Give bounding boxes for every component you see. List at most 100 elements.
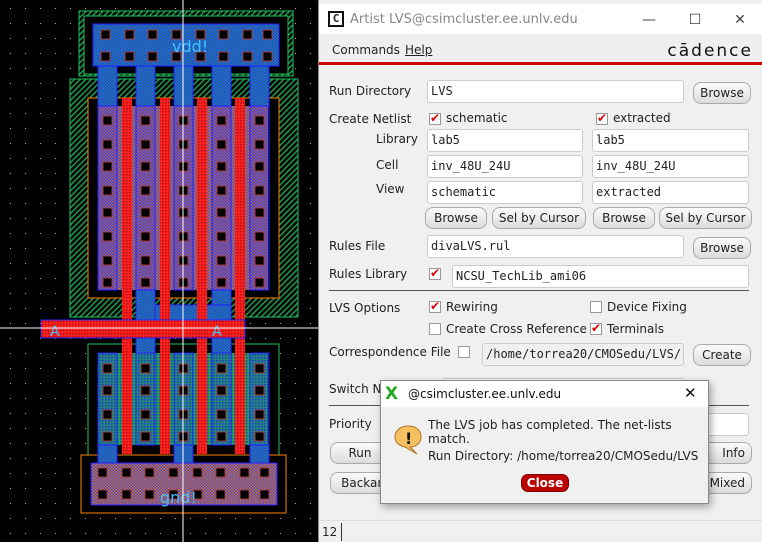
extracted-cell-input[interactable]: inv_48U_24U [592,155,749,178]
grid-dot [25,293,26,294]
grid-dot [55,518,56,519]
poly-gate [160,98,170,454]
grid-dot [310,338,311,339]
rules-file-input[interactable]: divaLVS.rul [427,235,684,258]
contact [254,231,265,242]
poly-gate [197,98,207,454]
rules-library-input[interactable]: NCSU_TechLib_ami06 [452,265,749,288]
grid-dot [145,533,146,534]
contact [216,409,227,420]
terminals-checkbox[interactable] [590,321,602,335]
correspondence-file-checkbox[interactable] [458,346,470,358]
grid-dot [310,353,311,354]
grid-dot [295,38,296,39]
menu-commands[interactable]: Commands [332,43,400,57]
schematic-checkbox[interactable] [429,111,441,125]
contact [100,29,111,40]
grid-dot [10,443,11,444]
dialog-close-button[interactable]: Close [521,474,569,492]
grid-dot [190,8,191,9]
rewiring-checkbox[interactable] [429,299,441,313]
poly-gate [235,98,245,454]
rules-file-browse-button[interactable]: Browse [693,237,751,259]
dialog-run-directory: Run Directory: /home/torrea20/CMOSedu/LV… [428,449,699,463]
rules-file-label: Rules File [329,239,386,253]
metal1-strap [97,65,118,107]
schematic-view-input[interactable]: schematic [427,181,583,204]
grid-dot [115,8,116,9]
grid-dot [310,518,311,519]
schematic-browse-button[interactable]: Browse [425,207,487,229]
extracted-sel-by-cursor-button[interactable]: Sel by Cursor [659,207,752,229]
grid-dot [70,473,71,474]
grid-dot [205,533,206,534]
grid-dot [130,518,131,519]
grid-dot [25,383,26,384]
contact [97,489,108,500]
run-directory-browse-button[interactable]: Browse [693,82,751,104]
schematic-cell-input[interactable]: inv_48U_24U [427,155,583,178]
close-window-button[interactable]: ✕ [730,12,750,28]
minimize-button[interactable]: — [639,12,659,28]
grid-dot [25,173,26,174]
correspondence-file-input[interactable]: /home/torrea20/CMOSedu/LVS/ [482,343,684,366]
grid-dot [10,143,11,144]
rules-library-checkbox[interactable] [429,266,441,280]
grid-dot [40,53,41,54]
grid-dot [70,53,71,54]
menu-help[interactable]: Help [405,43,432,57]
grid-dot [295,338,296,339]
grid-dot [160,518,161,519]
contact [140,161,151,172]
create-cross-reference-checkbox[interactable] [429,323,441,335]
schematic-sel-by-cursor-button[interactable]: Sel by Cursor [492,207,586,229]
switch-names-label: Switch N [329,382,382,396]
layout-editor-canvas[interactable]: vdd! gnd! A A [0,0,318,542]
grid-dot [280,518,281,519]
contact [239,467,250,478]
contact [102,231,113,242]
grid-dot [10,308,11,309]
library-label: Library [376,132,418,146]
input-label-left: A [50,324,60,340]
schematic-library-input[interactable]: lab5 [427,129,583,152]
grid-dot [25,203,26,204]
extracted-checkbox[interactable] [596,111,608,125]
grid-dot [310,398,311,399]
grid-dot [280,398,281,399]
grid-dot [175,8,176,9]
grid-dot [25,413,26,414]
grid-dot [25,338,26,339]
maximize-button[interactable]: ☐ [685,12,705,28]
grid-dot [310,8,311,9]
contact [140,139,151,150]
extracted-library-input[interactable]: lab5 [592,129,749,152]
grid-dot [40,83,41,84]
create-cross-reference-label: Create Cross Reference [446,322,587,336]
grid-dot [265,8,266,9]
contact [259,467,270,478]
grid-dot [85,383,86,384]
contact [216,207,227,218]
grid-dot [25,83,26,84]
dialog-close-icon[interactable]: ✕ [684,384,697,402]
grid-dot [280,353,281,354]
menu-bar: Commands Help cādence [319,34,762,65]
contact [140,363,151,374]
grid-dot [25,68,26,69]
grid-dot [55,53,56,54]
run-directory-input[interactable]: LVS [427,80,684,103]
correspondence-create-button[interactable]: Create [693,344,751,366]
extracted-view-input[interactable]: extracted [592,181,749,204]
extracted-browse-button[interactable]: Browse [593,207,655,229]
device-fixing-checkbox[interactable] [590,301,602,313]
grid-dot [40,488,41,489]
grid-dot [70,68,71,69]
contact [216,431,227,442]
grid-dot [55,533,56,534]
grid-dot [70,413,71,414]
contact [254,431,265,442]
grid-dot [280,428,281,429]
grid-dot [40,383,41,384]
contact [254,255,265,266]
